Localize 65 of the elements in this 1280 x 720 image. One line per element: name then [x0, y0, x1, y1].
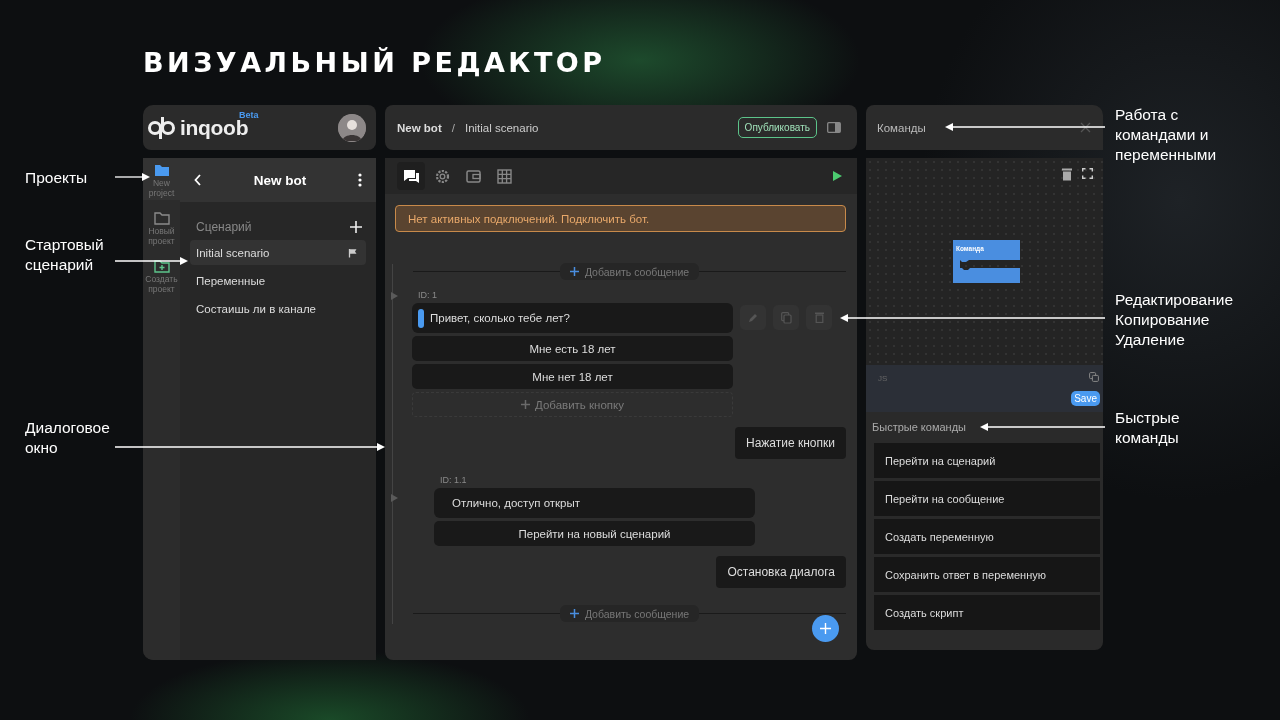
message-id: ID: 1.1 — [440, 475, 468, 485]
plus-icon — [569, 609, 579, 618]
play-icon[interactable] — [833, 171, 842, 181]
annotation-text: Редактирование Копирование Удаление — [1115, 290, 1234, 350]
slide-title: ВИЗУАЛЬНЫЙ РЕДАКТОР — [143, 48, 607, 78]
scenario-item[interactable]: Переменные — [190, 268, 366, 293]
breadcrumb-separator: / — [451, 121, 455, 134]
message-id: ID: 1 — [418, 290, 438, 300]
scenario-item[interactable]: Состаишь ли в канале — [190, 296, 366, 321]
reply-button[interactable]: Мне нет 18 лет — [412, 364, 733, 389]
fullscreen-icon[interactable] — [1082, 168, 1093, 179]
panel-title: Команды — [877, 121, 926, 134]
breadcrumb-current: Initial scenario — [464, 121, 540, 134]
quick-command[interactable]: Перейти на сообщение — [874, 481, 1100, 516]
quick-command[interactable]: Создать переменную — [874, 519, 1100, 554]
plus-icon — [820, 623, 831, 634]
copy-icon[interactable] — [1089, 372, 1099, 382]
message-bubble[interactable]: Привет, сколько тебе лет? — [412, 303, 733, 333]
annotation-text: Стартовый сценарий — [25, 235, 104, 275]
wallet-icon — [464, 167, 482, 185]
plus-icon — [569, 267, 579, 276]
avatar[interactable] — [338, 113, 366, 142]
table-icon — [495, 167, 513, 185]
publish-button[interactable]: Опубликовать — [737, 117, 817, 138]
section-title: Быстрые команды — [872, 421, 966, 433]
pencil-icon — [748, 312, 758, 323]
trash-icon — [814, 312, 824, 323]
close-icon[interactable] — [1080, 122, 1091, 133]
quick-command[interactable]: Перейти на сценарий — [874, 443, 1100, 478]
chat-icon — [402, 167, 420, 185]
annotation-text: Быстрые команды — [1115, 408, 1180, 448]
settings-icon — [433, 167, 451, 185]
logo-icon — [147, 115, 177, 140]
annotation-text: Проекты — [25, 168, 88, 188]
warning-banner: Нет активных подключений. Подключить бот. — [395, 205, 846, 232]
project-title: New bot — [253, 172, 307, 188]
flag-icon — [348, 247, 358, 258]
arrow — [115, 173, 150, 181]
command-block[interactable] — [953, 240, 1020, 283]
quick-command[interactable]: Создать скрипт — [874, 595, 1100, 630]
toolbar-tab[interactable] — [397, 162, 425, 190]
annotation-text: Диалоговое окно — [25, 418, 110, 458]
section-title: Сценарий — [196, 220, 252, 234]
plus-icon — [521, 400, 531, 409]
folder-icon — [153, 212, 170, 226]
event-block[interactable]: Остановка диалога — [716, 556, 846, 588]
scenario-item[interactable]: Initial scenario — [190, 240, 366, 265]
panel-toggle-icon[interactable] — [827, 122, 841, 133]
add-fab-button[interactable] — [812, 615, 839, 642]
folder-icon — [153, 164, 170, 178]
more-icon[interactable] — [358, 173, 362, 187]
annotation-text: Работа с командами и переменными — [1115, 105, 1217, 165]
back-icon[interactable] — [194, 174, 202, 186]
breadcrumb-link[interactable]: New bot — [397, 121, 442, 134]
copy-icon — [780, 311, 792, 324]
quick-command[interactable]: Сохранить ответ в переменную — [874, 557, 1100, 592]
active-indicator — [418, 308, 424, 328]
folder-plus-icon — [153, 260, 170, 274]
reply-button[interactable]: Перейти на новый сценарий — [434, 521, 755, 546]
message-bubble[interactable]: Отлично, доступ открыт — [434, 488, 755, 518]
reply-button[interactable]: Мне есть 18 лет — [412, 336, 733, 361]
beta-label: Beta — [239, 109, 259, 120]
add-icon[interactable] — [350, 221, 362, 233]
event-block[interactable]: Нажатие кнопки — [735, 427, 846, 459]
trash-icon[interactable] — [1062, 168, 1072, 181]
